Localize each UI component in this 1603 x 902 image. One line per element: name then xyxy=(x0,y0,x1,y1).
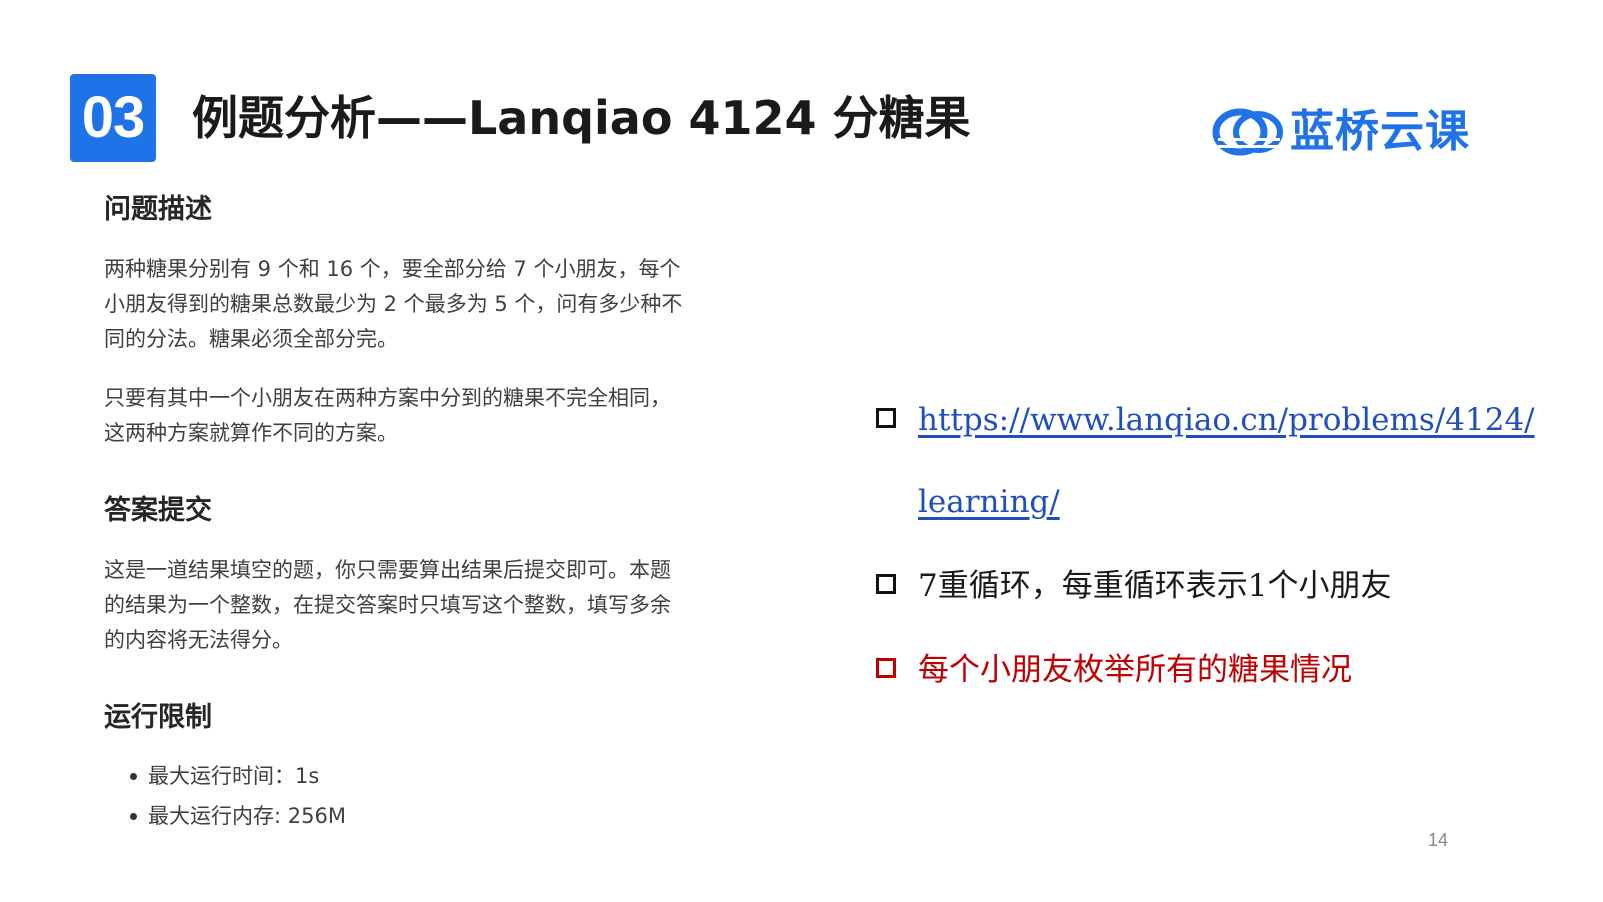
description-line: 小朋友得到的糖果总数最少为 2 个最多为 5 个，问有多少种不 xyxy=(104,292,683,316)
description-heading: 问题描述 xyxy=(104,194,212,225)
checkbox-square-icon xyxy=(876,574,896,594)
analysis-link-item: https://www.lanqiao.cn/problems/4124/ xyxy=(873,392,1553,474)
submit-line: 的内容将无法得分。 xyxy=(104,628,293,652)
limit-text: 最大运行时间：1s xyxy=(148,764,320,788)
limit-text: 最大运行内存: 256M xyxy=(148,804,346,828)
analysis-point-loops: 7重循环，每重循环表示1个小朋友 xyxy=(873,558,1553,642)
problem-link[interactable]: https://www.lanqiao.cn/problems/4124/ xyxy=(918,402,1535,438)
page-number: 14 xyxy=(1428,830,1449,850)
bullet-icon xyxy=(130,773,137,780)
submit-line: 这是一道结果填空的题，你只需要算出结果后提交即可。本题 xyxy=(104,558,671,582)
limit-item: 最大运行时间：1s xyxy=(104,756,754,796)
note-line: 只要有其中一个小朋友在两种方案中分到的糖果不完全相同， xyxy=(104,386,671,410)
analysis-panel: https://www.lanqiao.cn/problems/4124/ le… xyxy=(873,392,1553,698)
problem-link-continuation[interactable]: learning/ xyxy=(918,484,1060,520)
page-title: 例题分析——Lanqiao 4124 分糖果 xyxy=(192,91,971,145)
logo-text: 蓝桥云课 xyxy=(1290,106,1470,157)
checkbox-square-icon xyxy=(876,658,896,678)
description-line: 两种糖果分别有 9 个和 16 个，要全部分给 7 个小朋友，每个 xyxy=(104,257,681,281)
analysis-point-text: 7重循环，每重循环表示1个小朋友 xyxy=(918,568,1392,604)
analysis-link-continuation: learning/ xyxy=(873,474,1553,558)
lanqiao-logo: 蓝桥云课 xyxy=(1212,104,1470,160)
limit-item: 最大运行内存: 256M xyxy=(104,796,754,836)
bullet-icon xyxy=(130,813,137,820)
limits-heading: 运行限制 xyxy=(104,702,212,733)
note-line: 这两种方案就算作不同的方案。 xyxy=(104,421,398,445)
analysis-point-text: 每个小朋友枚举所有的糖果情况 xyxy=(918,652,1352,688)
submit-line: 的结果为一个整数，在提交答案时只填写这个整数，填写多余 xyxy=(104,593,671,617)
checkbox-square-icon xyxy=(876,408,896,428)
submit-heading: 答案提交 xyxy=(104,495,212,526)
lanqiao-logo-icon xyxy=(1212,108,1283,156)
analysis-point-enumerate: 每个小朋友枚举所有的糖果情况 xyxy=(873,642,1553,698)
problem-panel: 问题描述 两种糖果分别有 9 个和 16 个，要全部分给 7 个小朋友，每个 小… xyxy=(104,190,754,836)
description-line: 同的分法。糖果必须全部分完。 xyxy=(104,327,398,351)
limits-list: 最大运行时间：1s 最大运行内存: 256M xyxy=(104,756,754,836)
section-number-badge: 03 xyxy=(70,74,156,162)
